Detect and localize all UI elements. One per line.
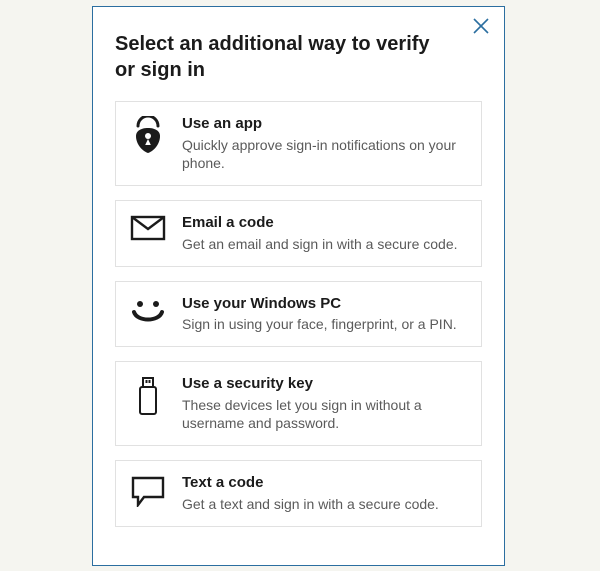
option-text: Use your Windows PC Sign in using your f…: [182, 294, 467, 334]
option-title: Text a code: [182, 473, 467, 493]
option-title: Use an app: [182, 114, 467, 134]
option-desc: Get a text and sign in with a secure cod…: [182, 495, 467, 514]
option-security-key[interactable]: Use a security key These devices let you…: [115, 361, 482, 446]
option-desc: Get an email and sign in with a secure c…: [182, 235, 467, 254]
option-text-code[interactable]: Text a code Get a text and sign in with …: [115, 460, 482, 526]
option-text: Use a security key These devices let you…: [182, 374, 467, 433]
option-title: Use your Windows PC: [182, 294, 467, 314]
option-desc: These devices let you sign in without a …: [182, 396, 467, 434]
option-title: Email a code: [182, 213, 467, 233]
option-email-code[interactable]: Email a code Get an email and sign in wi…: [115, 200, 482, 266]
dialog-title: Select an additional way to verify or si…: [115, 31, 455, 83]
options-list: Use an app Quickly approve sign-in notif…: [115, 101, 482, 527]
option-desc: Sign in using your face, fingerprint, or…: [182, 315, 467, 334]
option-text: Use an app Quickly approve sign-in notif…: [182, 114, 467, 173]
option-desc: Quickly approve sign-in notifications on…: [182, 136, 467, 174]
option-text: Text a code Get a text and sign in with …: [182, 473, 467, 513]
option-title: Use a security key: [182, 374, 467, 394]
usb-key-icon: [128, 374, 168, 416]
option-text: Email a code Get an email and sign in wi…: [182, 213, 467, 253]
speech-bubble-icon: [128, 473, 168, 507]
verify-dialog: Select an additional way to verify or si…: [92, 6, 505, 566]
smiley-face-icon: [128, 294, 168, 328]
option-use-app[interactable]: Use an app Quickly approve sign-in notif…: [115, 101, 482, 186]
close-icon: [472, 22, 490, 39]
option-windows-hello[interactable]: Use your Windows PC Sign in using your f…: [115, 281, 482, 347]
close-button[interactable]: [472, 17, 490, 40]
authenticator-app-icon: [128, 114, 168, 154]
envelope-icon: [128, 213, 168, 241]
